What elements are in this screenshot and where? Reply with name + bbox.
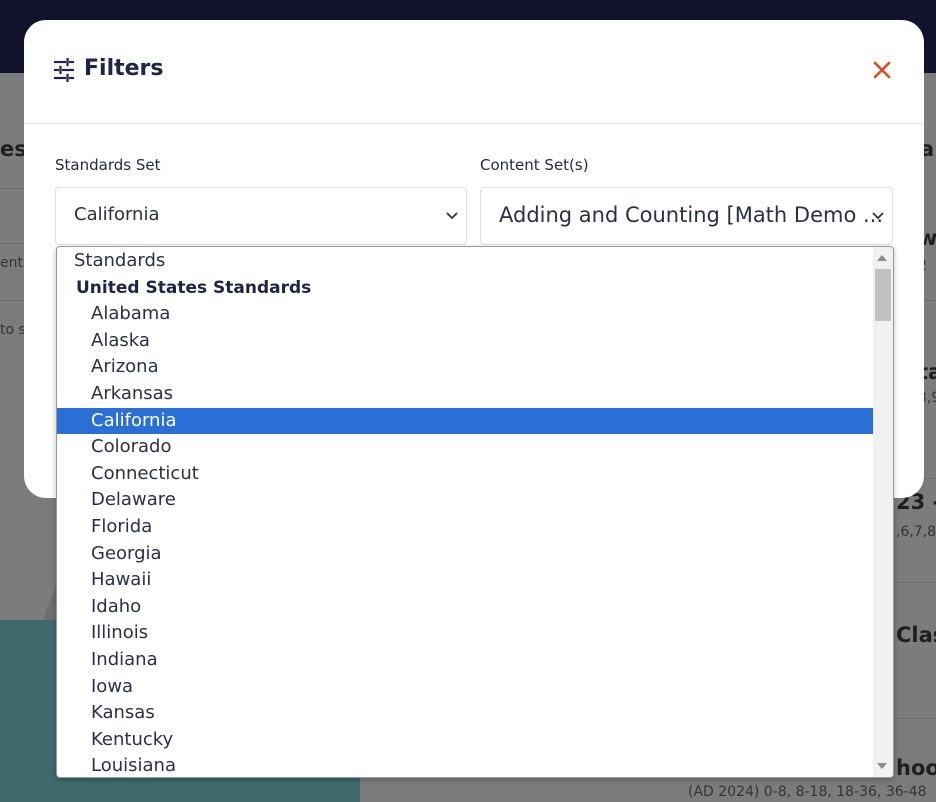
standards-set-label: Standards Set — [55, 156, 161, 174]
scroll-up-arrow-icon[interactable] — [877, 255, 887, 261]
scroll-thumb[interactable] — [875, 269, 891, 321]
background-divider — [0, 300, 24, 301]
background-divider — [0, 243, 24, 244]
dropdown-option[interactable]: Idaho — [57, 594, 873, 621]
dropdown-group-header: United States Standards — [76, 277, 312, 298]
background-divider — [0, 188, 24, 189]
close-icon[interactable] — [869, 57, 895, 83]
dropdown-option[interactable]: Standards — [57, 248, 873, 275]
background-text: Clas — [896, 623, 936, 647]
content-sets-label: Content Set(s) — [480, 156, 589, 174]
background-divider — [894, 718, 936, 719]
background-text: es — [0, 137, 27, 161]
sliders-icon — [53, 58, 75, 82]
dropdown-scrollbar[interactable] — [873, 247, 893, 777]
content-sets-select[interactable]: Adding and Counting [Math Demo ... — [480, 187, 893, 245]
dropdown-option[interactable]: Indiana — [57, 647, 873, 674]
background-divider — [894, 582, 936, 583]
background-text: ,6,7,8, — [896, 524, 936, 540]
dropdown-option[interactable]: Hawaii — [57, 567, 873, 594]
dropdown-option[interactable]: Georgia — [57, 541, 873, 568]
dropdown-option[interactable]: Alaska — [57, 328, 873, 355]
modal-title: Filters — [84, 56, 164, 81]
content-sets-value: Adding and Counting [Math Demo ... — [499, 203, 883, 227]
chevron-down-icon — [446, 212, 458, 220]
dropdown-option[interactable]: Delaware — [57, 487, 873, 514]
scroll-down-arrow-icon[interactable] — [877, 763, 887, 769]
dropdown-option[interactable]: Connecticut — [57, 461, 873, 488]
modal-header: Filters — [24, 20, 924, 124]
dropdown-option[interactable]: Iowa — [57, 674, 873, 701]
background-text: ent — [0, 255, 23, 271]
dropdown-option[interactable]: Colorado — [57, 434, 873, 461]
background-text: (AD 2024) 0-8, 8-18, 18-36, 36-48 — [688, 784, 927, 800]
standards-dropdown-list[interactable]: Standards United States Standards Alabama A… — [56, 246, 894, 778]
standards-set-select[interactable]: California — [55, 187, 467, 245]
dropdown-option[interactable]: Louisiana — [57, 753, 873, 777]
chevron-down-icon — [872, 212, 884, 220]
dropdown-option[interactable]: Kentucky — [57, 727, 873, 754]
standards-set-value: California — [74, 204, 160, 225]
background-text: to s — [0, 322, 26, 338]
background-text: hood — [896, 756, 936, 780]
dropdown-option[interactable]: Kansas — [57, 700, 873, 727]
dropdown-option[interactable]: California — [57, 407, 873, 435]
dropdown-option[interactable]: Arizona — [57, 354, 873, 381]
dropdown-option[interactable]: Florida — [57, 514, 873, 541]
dropdown-option[interactable]: Alabama — [57, 301, 873, 328]
dropdown-option[interactable]: Arkansas — [57, 381, 873, 408]
dropdown-option[interactable]: Illinois — [57, 620, 873, 647]
